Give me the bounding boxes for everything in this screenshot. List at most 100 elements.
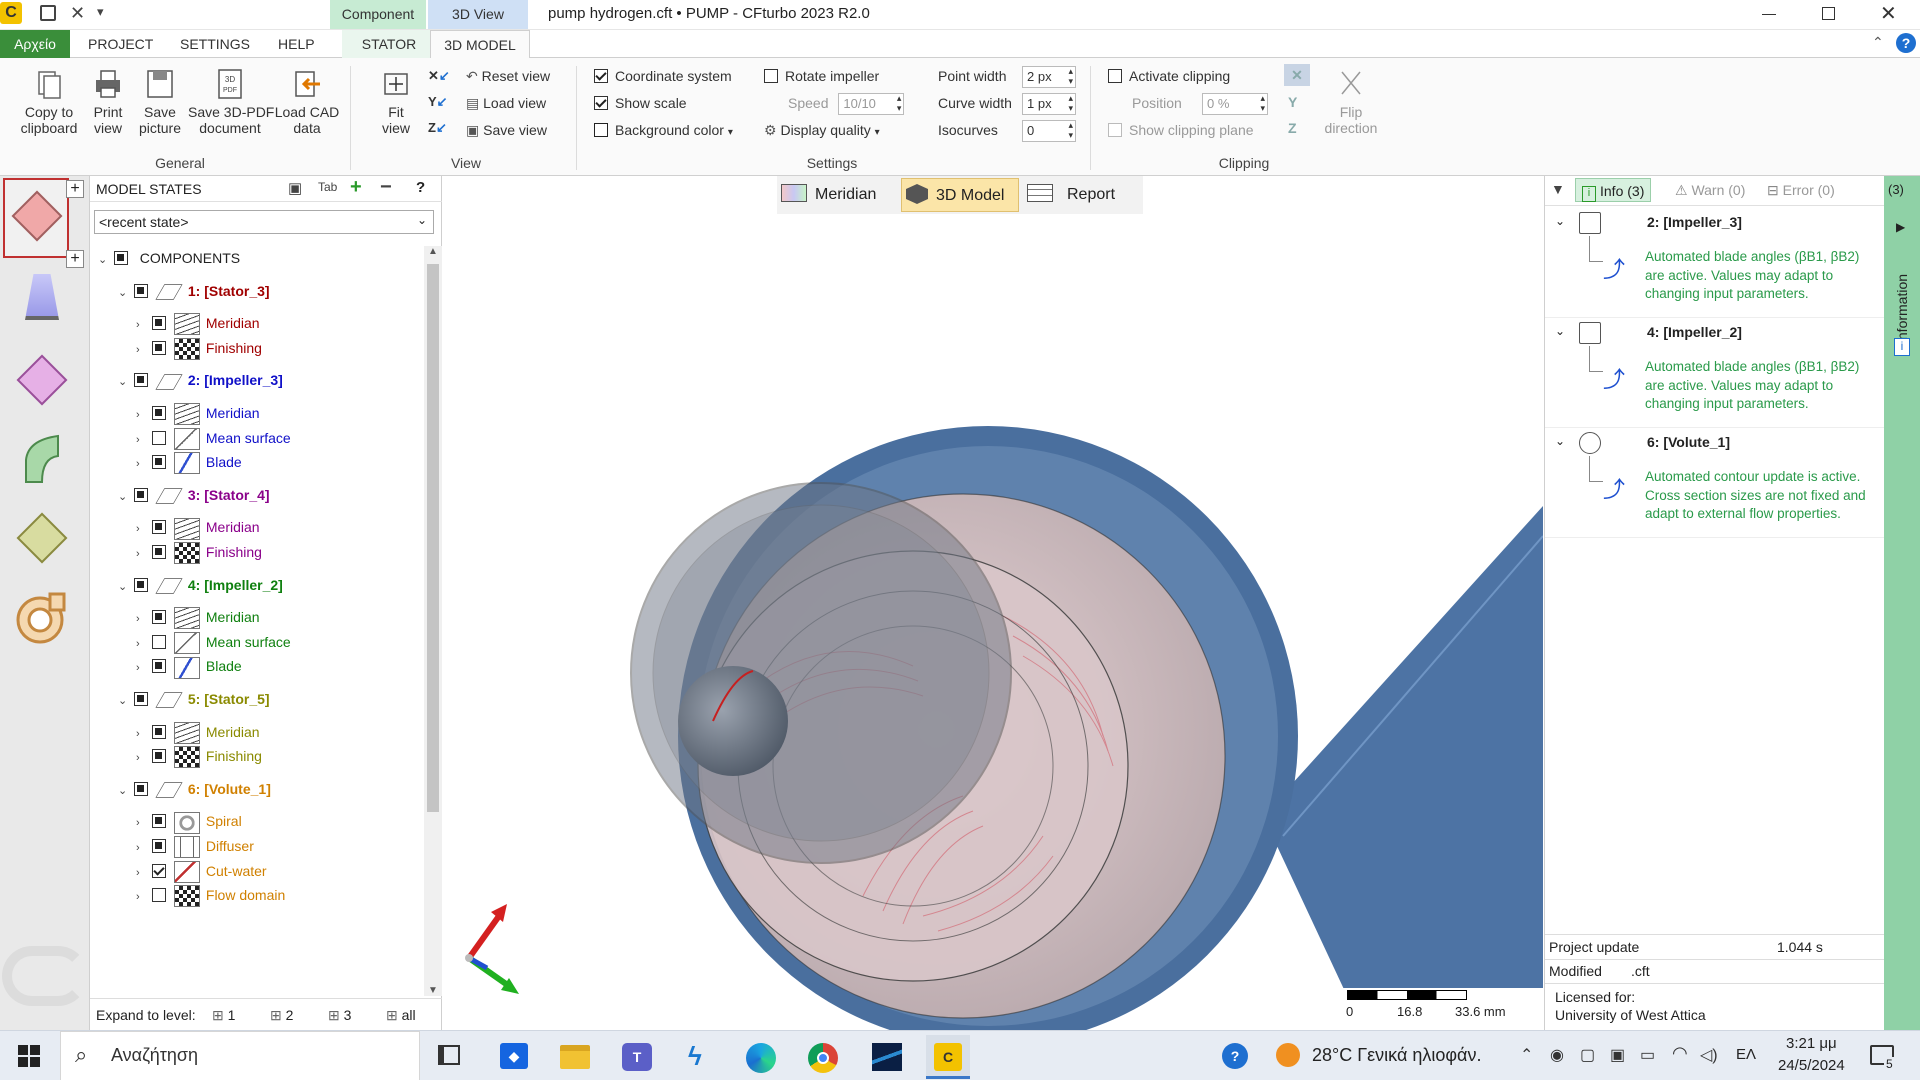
show-clipping-plane-checkbox[interactable]: Show clipping plane [1108,119,1254,141]
3d-viewport[interactable]: Meridian 3D Model Report 0 16.8 33.6 mm [443,176,1543,1030]
tree-child-cut-water[interactable]: › Cut-water [136,859,267,883]
print-view-button[interactable]: Print view [88,68,128,136]
collapse-ribbon-icon[interactable]: ⌃ [1872,34,1884,51]
recent-state-dropdown[interactable]: <recent state> ⌄ [94,210,434,234]
minimize-icon[interactable] [1762,14,1776,15]
expand-level-1[interactable]: ⊞ 1 [212,1007,235,1024]
tray-record-icon[interactable]: ◉ [1550,1045,1564,1065]
info-entry[interactable]: ⌄ 4: [Impeller_2] ⤴ Automated blade angles … [1545,322,1885,428]
battery-icon[interactable]: ▭ [1640,1045,1655,1065]
reset-view-button[interactable]: ↶ Reset view [466,65,550,87]
axis-y-icon[interactable]: Y↙ [428,94,448,110]
info-side-tab[interactable]: (3) ▶ Information i [1884,176,1920,1030]
collapse-entry-icon[interactable]: ⌄ [1555,434,1565,448]
volume-icon[interactable]: ◁) [1700,1045,1718,1065]
tree-child-meridian[interactable]: › Meridian [136,311,260,336]
component-volute-1[interactable] [14,588,74,648]
wifi-icon[interactable]: ◠ [1672,1043,1688,1064]
tree-component-2[interactable]: ⌄ 2: [Impeller_3] [118,368,283,392]
axis-z-icon[interactable]: Z↙ [428,120,447,136]
collapse-entry-icon[interactable]: ⌄ [1555,324,1565,338]
tab-help[interactable]: HELP [268,30,325,58]
tree-child-meridian[interactable]: › Meridian [136,401,260,426]
add-state-icon[interactable]: + [350,176,362,199]
save-3d-pdf-button[interactable]: 3D PDF Save 3D-PDF document [188,68,274,136]
tab-settings[interactable]: SETTINGS [170,30,260,58]
expand-info-icon[interactable]: ▶ [1896,220,1905,234]
save-picture-button[interactable]: Save picture [134,68,186,136]
component-impeller-2[interactable] [20,432,70,488]
component-stator-4[interactable] [14,352,70,408]
scroll-thumb[interactable] [427,264,439,812]
tree-component-6[interactable]: ⌄ 6: [Volute_1] [118,777,271,801]
tree-child-finishing[interactable]: › Finishing [136,336,262,361]
state-help-icon[interactable]: ? [416,179,425,196]
clip-z-icon[interactable]: Z [1288,120,1297,136]
taskbar-search[interactable]: ⌕ Αναζήτηση [60,1031,420,1080]
tree-root-components[interactable]: ⌄ COMPONENTS [98,246,240,270]
view-tab-meridian[interactable]: Meridian [781,180,876,210]
close-icon[interactable]: ✕ [1880,1,1897,26]
clock-time[interactable]: 3:21 μμ [1786,1035,1837,1052]
tree-scrollbar[interactable]: ▲ ▼ [424,246,442,996]
tree-child-blade[interactable]: › Blade [136,654,242,679]
copy-to-clipboard-button[interactable]: Copy to clipboard [14,68,84,136]
tray-chevron-icon[interactable]: ⌃ [1520,1045,1533,1065]
filter-icon[interactable]: ▼ [1551,181,1565,197]
tree-child-mean-surface[interactable]: › Mean surface [136,630,291,655]
tree-child-flow-domain[interactable]: › Flow domain [136,883,285,908]
expand-level-all[interactable]: ⊞ all [386,1007,416,1024]
cfturbo-taskbar-icon[interactable]: C [926,1035,970,1079]
clip-x-icon[interactable]: ✕ [1284,64,1310,86]
view-tab-report[interactable]: Report [1027,180,1115,210]
task-view-icon[interactable] [438,1045,460,1065]
position-spinner[interactable]: 0 % [1202,93,1268,116]
file-explorer-icon[interactable] [560,1045,590,1069]
restore-icon[interactable] [1822,7,1835,20]
show-scale-checkbox[interactable]: Show scale [594,92,687,114]
expand-level-2[interactable]: ⊞ 2 [270,1007,293,1024]
curve-width-spinner[interactable]: 1 px [1022,93,1076,116]
scroll-down-icon[interactable]: ▼ [424,985,442,996]
activate-clipping-checkbox[interactable]: Activate clipping [1108,65,1230,87]
edge-icon[interactable] [746,1043,776,1073]
isocurves-spinner[interactable]: 0 [1022,120,1076,143]
component-impeller-3[interactable] [20,274,64,330]
tree-component-4[interactable]: ⌄ 4: [Impeller_2] [118,573,283,597]
collapse-entry-icon[interactable]: ⌄ [1555,214,1565,228]
component-stator-3[interactable] [3,178,69,258]
tree-child-meridian[interactable]: › Meridian [136,515,260,540]
chrome-icon[interactable] [808,1043,838,1073]
info-entry[interactable]: ⌄ 2: [Impeller_3] ⤴ Automated blade angles … [1545,212,1885,318]
tab-stator[interactable]: STATOR [342,30,436,58]
background-color-dropdown[interactable]: Background color ▾ [594,119,733,141]
tray-device-icon[interactable]: ▢ [1580,1045,1595,1065]
warn-tab[interactable]: ⚠ Warn (0) [1675,182,1745,199]
app-logo-icon[interactable]: C [0,2,22,24]
info-entry[interactable]: ⌄ 6: [Volute_1] ⤴ Automated contour update … [1545,432,1885,538]
teams-icon[interactable]: T [622,1043,652,1071]
load-cad-data-button[interactable]: Load CAD data [274,68,340,136]
save-view-button[interactable]: ▣ Save view [466,119,547,141]
quick-access-dropdown-icon[interactable]: ▾ [97,4,104,20]
tree-component-1[interactable]: ⌄ 1: [Stator_3] [118,279,270,303]
scroll-up-icon[interactable]: ▲ [424,246,442,257]
language-indicator[interactable]: ΕΛ [1736,1046,1756,1063]
add-component-bottom-icon[interactable]: + [66,250,84,268]
tab-project[interactable]: PROJECT [78,30,163,58]
load-view-button[interactable]: ▤ Load view [466,92,546,114]
close-file-icon[interactable]: ✕ [70,3,85,24]
fit-view-button[interactable]: Fit view [376,68,416,136]
speed-spinner[interactable]: 10/10 [838,93,905,116]
tab-state-icon[interactable]: Tab [318,180,337,194]
axis-x-icon[interactable]: ✕↙ [428,68,450,84]
display-quality-dropdown[interactable]: ⚙ Display quality ▾ [764,119,880,141]
add-component-top-icon[interactable]: + [66,180,84,198]
app-stripe-icon[interactable] [872,1043,902,1071]
tree-child-meridian[interactable]: › Meridian [136,605,260,630]
tab-file[interactable]: Αρχείο [0,30,70,58]
view-tab-3d-model[interactable]: 3D Model [901,178,1019,212]
point-width-spinner[interactable]: 2 px [1022,66,1076,89]
coordinate-system-checkbox[interactable]: Coordinate system [594,65,732,87]
save-state-icon[interactable]: ▣ [288,179,302,197]
